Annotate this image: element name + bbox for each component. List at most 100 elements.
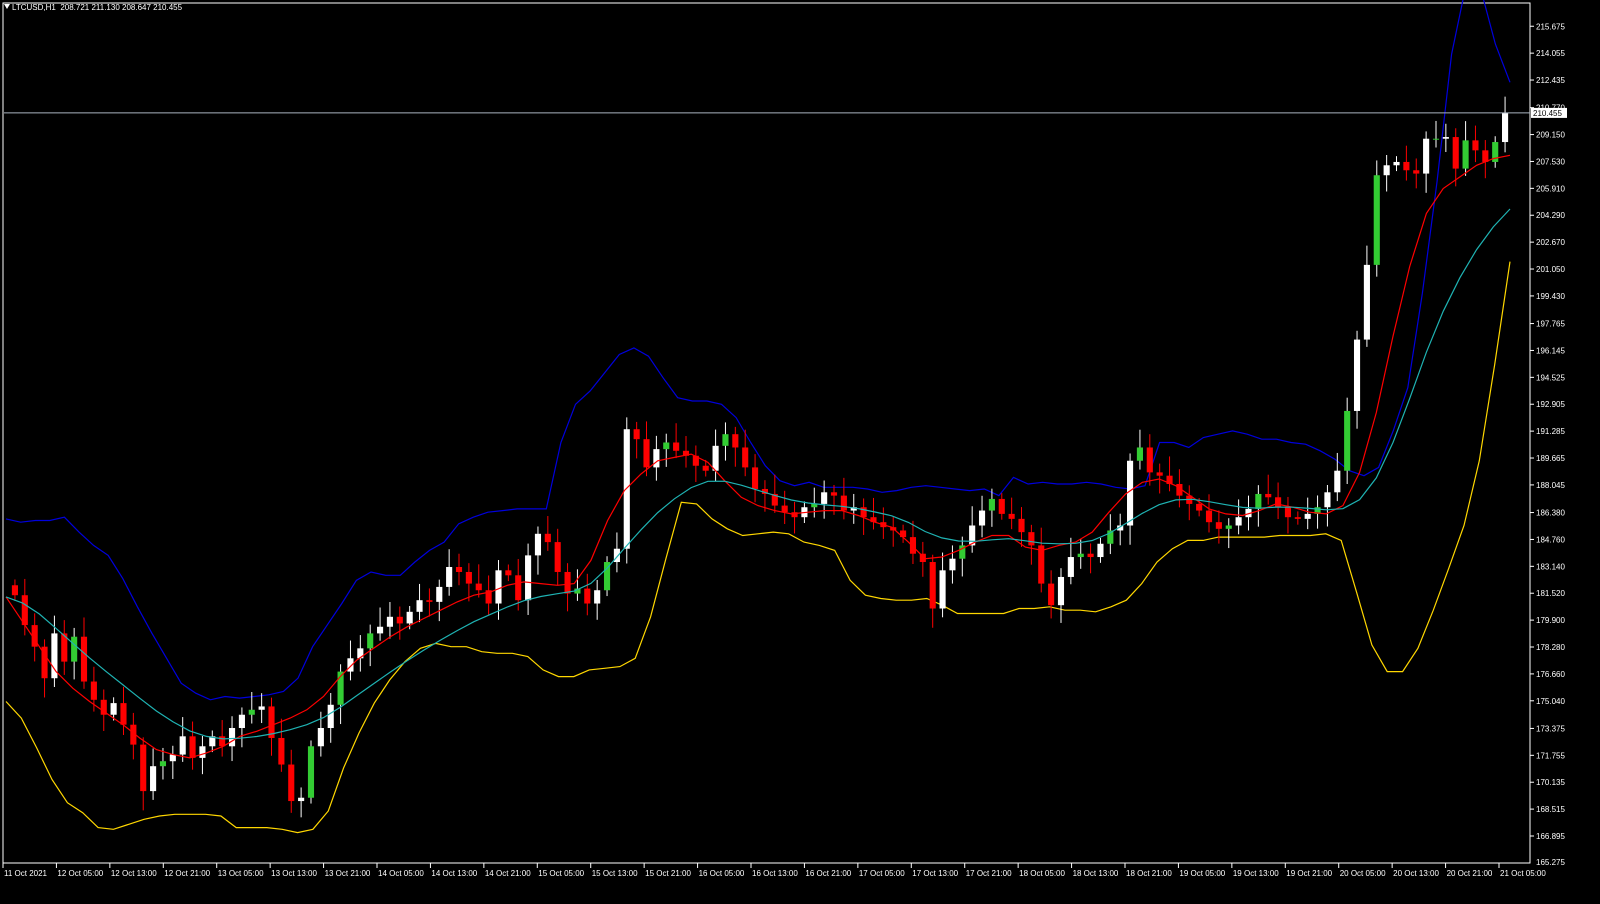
x-tick-label: 20 Oct 21:00 [1447, 869, 1493, 878]
candle [288, 749, 295, 813]
candle [1275, 482, 1282, 520]
x-tick-label: 12 Oct 13:00 [111, 869, 157, 878]
candle [475, 564, 482, 598]
price-chart-svg[interactable]: 210.455 166.895 168.515 170.135 171.755 173.… [0, 0, 1600, 900]
x-tick-label: 19 Oct 05:00 [1179, 869, 1225, 878]
candle-body [1127, 460, 1134, 526]
y-tick-label: 209.150 [1536, 131, 1565, 140]
candle [169, 745, 176, 779]
candle-body [1048, 583, 1055, 606]
candle-body [1353, 339, 1361, 411]
y-tick-label: 194.525 [1536, 373, 1565, 382]
candle-body [1136, 447, 1143, 461]
ma-fast-line [5, 154, 1511, 759]
y-tick-label: 204.290 [1536, 211, 1565, 220]
candle [307, 740, 315, 804]
candle-body [426, 600, 433, 602]
candle-body [821, 492, 828, 504]
candle [150, 748, 157, 800]
y-tick-label: 192.905 [1536, 400, 1565, 409]
candle [436, 579, 443, 622]
candle [130, 712, 137, 760]
candle-body [1097, 543, 1104, 558]
y-tick-label: 202.670 [1536, 238, 1565, 247]
candle-body [1067, 557, 1074, 577]
candle [564, 563, 571, 612]
candle-body [1146, 447, 1153, 473]
candle-body [742, 447, 749, 468]
y-tick-label: 179.900 [1536, 616, 1565, 625]
chart-header: LTCUSD,H1 208.721 211.130 208.647 210.45… [4, 3, 182, 12]
candle-body [1087, 553, 1094, 558]
candle [465, 563, 472, 602]
candle [722, 422, 729, 461]
y-tick-label: 188.045 [1536, 481, 1565, 490]
candle-body [228, 728, 236, 747]
candle-body [534, 533, 542, 556]
candle [949, 545, 956, 584]
candle [485, 575, 492, 616]
chevron-down-icon[interactable] [4, 4, 10, 9]
candle [455, 553, 463, 586]
y-tick-label: 210.770 [1536, 104, 1565, 113]
y-tick-label: 171.755 [1536, 751, 1565, 760]
candle-body [307, 746, 315, 798]
price-axis[interactable]: 166.895 168.515 170.135 171.755 173.375 175.0… [1530, 22, 1565, 867]
time-axis[interactable]: 11 Oct 2021 12 Oct 05:00 12 Oct 13:00 12 Oc… [2, 863, 1546, 878]
candle [791, 501, 798, 534]
candle [258, 693, 265, 724]
candle-body [367, 633, 374, 649]
candle-body [90, 681, 97, 700]
candle [1038, 527, 1045, 593]
candle-body [1275, 497, 1282, 508]
candle-body [298, 797, 305, 802]
candle-body [1462, 140, 1469, 169]
candle [1136, 429, 1143, 470]
candle [771, 474, 778, 513]
candle-body [929, 562, 936, 609]
bid-line-group: 210.455 [4, 107, 1567, 118]
candle [909, 520, 917, 565]
candle [278, 718, 285, 772]
candle [1067, 537, 1074, 585]
candle-body [1028, 532, 1035, 546]
bollinger-bands [5, 0, 1511, 834]
candle [11, 579, 18, 602]
candle [880, 507, 887, 539]
candle [969, 506, 976, 553]
candle [752, 454, 759, 503]
candle-body [1442, 137, 1449, 139]
chart-area[interactable]: 210.455 166.895 168.515 170.135 171.755 173.… [0, 0, 1600, 900]
candle [21, 578, 28, 636]
x-tick-label: 13 Oct 05:00 [218, 869, 264, 878]
candle-body [1472, 140, 1479, 151]
candle [1294, 511, 1301, 525]
candle-body [732, 434, 739, 448]
x-tick-label: 17 Oct 05:00 [859, 869, 905, 878]
candle [41, 639, 48, 698]
candle [238, 707, 245, 748]
candle [574, 569, 581, 601]
candle [692, 445, 699, 483]
candle-body [1452, 137, 1459, 169]
candle-body [1038, 545, 1045, 584]
candle [1057, 568, 1065, 623]
candle [1097, 537, 1104, 563]
candle-body [475, 583, 482, 591]
candle [1166, 456, 1173, 492]
y-tick-label: 212.435 [1536, 76, 1565, 85]
candle-body [278, 737, 285, 765]
candle-body [525, 555, 532, 601]
candle-body [830, 492, 838, 496]
candle-body [1393, 161, 1400, 166]
candle [120, 686, 127, 735]
y-tick-label: 196.145 [1536, 346, 1565, 355]
candle-body [515, 575, 522, 601]
x-tick-label: 13 Oct 21:00 [325, 869, 371, 878]
candle-body [1255, 493, 1262, 509]
candle [189, 721, 196, 770]
candle-body [781, 505, 788, 513]
candle [998, 493, 1005, 520]
candle [840, 477, 847, 520]
candle [357, 635, 364, 672]
